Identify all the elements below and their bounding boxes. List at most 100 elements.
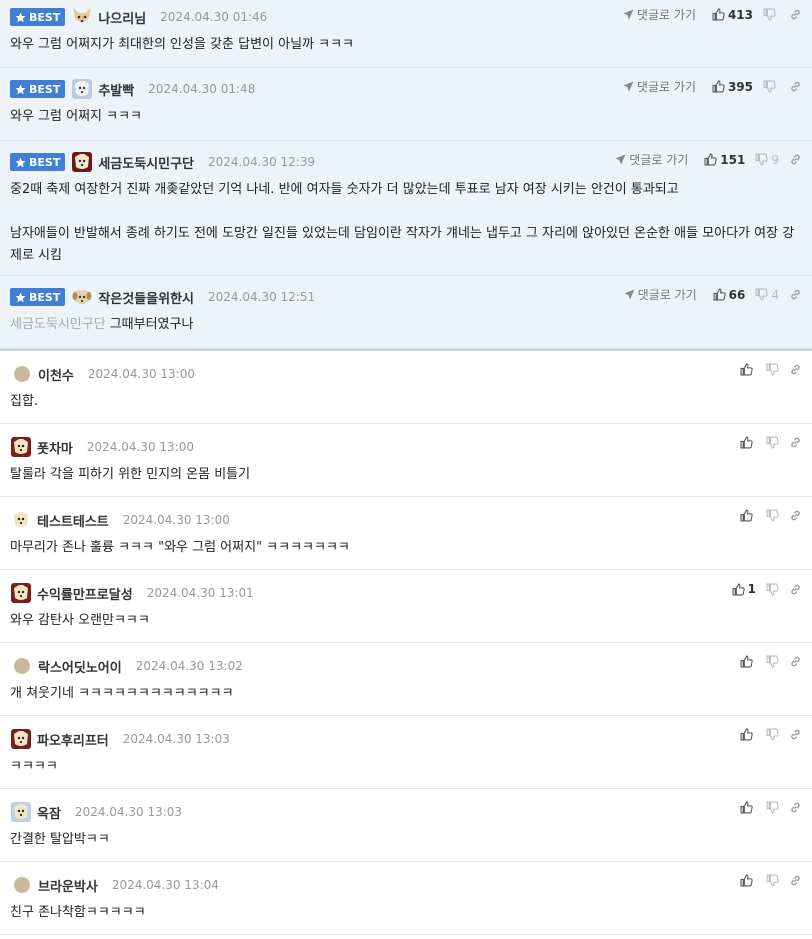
- like-button[interactable]: 395: [712, 80, 753, 94]
- author-name[interactable]: 옥잠: [37, 803, 61, 822]
- thumbs-up-icon: [740, 801, 753, 814]
- like-button[interactable]: [740, 801, 756, 814]
- link-icon[interactable]: [789, 509, 802, 522]
- thumbs-up-icon: [740, 728, 753, 741]
- link-icon[interactable]: [789, 874, 802, 887]
- link-icon[interactable]: [789, 153, 802, 166]
- like-button[interactable]: [740, 728, 756, 741]
- comment-date: 2024.04.30 13:02: [135, 659, 243, 673]
- send-arrow-icon: [624, 289, 635, 300]
- dog-avatar-icon[interactable]: [71, 151, 93, 173]
- default-avatar-icon[interactable]: [14, 877, 30, 893]
- comment-text: 탈룰라 각을 피하기 위한 민지의 온몸 비틀기: [10, 467, 251, 482]
- dislike-button[interactable]: 4: [755, 288, 779, 302]
- comment-text: 중2때 축제 여장한거 진짜 개좆같았던 기억 나네. 반에 여자들 숫자가 더…: [10, 179, 802, 277]
- link-icon[interactable]: [789, 8, 802, 21]
- star-icon: [15, 157, 26, 167]
- dislike-button[interactable]: [766, 583, 779, 596]
- comment-item: 폿차마 2024.04.30 13:00 탈룰라 각을 피하기 위한 민지의 온…: [0, 424, 812, 497]
- comment-paragraph: 남자애들이 반발해서 종례 하기도 전에 도망간 일진들 있었는데 담임이란 작…: [10, 226, 795, 263]
- dog-avatar-icon[interactable]: [71, 286, 93, 308]
- author-name[interactable]: 수익률만프로달성: [37, 584, 133, 603]
- thumbs-down-icon: [766, 655, 779, 668]
- author-name[interactable]: 세금도둑시민구단: [98, 153, 194, 172]
- reply-goto-link[interactable]: 댓글로 가기: [624, 286, 697, 303]
- best-badge: BEST: [10, 8, 66, 26]
- like-button[interactable]: [740, 874, 756, 887]
- link-icon[interactable]: [789, 363, 802, 376]
- link-icon[interactable]: [789, 801, 802, 814]
- link-icon[interactable]: [789, 288, 802, 301]
- dislike-count: 4: [771, 287, 779, 302]
- reply-goto-link[interactable]: 댓글로 가기: [615, 151, 688, 168]
- author-name[interactable]: 작은것들을위한시: [98, 288, 194, 307]
- like-button[interactable]: [740, 509, 756, 522]
- dislike-button[interactable]: 9: [755, 153, 779, 167]
- reply-goto-link[interactable]: 댓글로 가기: [623, 6, 696, 23]
- dislike-button[interactable]: [766, 801, 779, 814]
- like-button[interactable]: [740, 655, 756, 668]
- like-button[interactable]: [740, 436, 756, 449]
- like-button[interactable]: 66: [713, 288, 745, 302]
- author-name[interactable]: 파오후리프터: [37, 730, 109, 749]
- comment-date: 2024.04.30 13:00: [86, 440, 194, 454]
- dislike-button[interactable]: [763, 8, 779, 21]
- author-name[interactable]: 브라운박사: [38, 876, 98, 895]
- like-button[interactable]: 151: [704, 153, 745, 167]
- thumbs-down-icon: [766, 801, 779, 814]
- comment-text: 와우 그럼 어쩌지 ㅋㅋㅋ: [10, 109, 142, 124]
- star-icon: [15, 12, 26, 22]
- dog-avatar-icon[interactable]: [10, 509, 32, 531]
- link-icon[interactable]: [789, 436, 802, 449]
- dog-avatar-icon[interactable]: [10, 728, 32, 750]
- thumbs-up-icon: [713, 288, 726, 301]
- like-button[interactable]: 413: [712, 8, 753, 22]
- author-name[interactable]: 나으리님: [98, 8, 146, 27]
- best-comment: BEST 나으리님 2024.04.30 01:46 와우 그럼 어쩌지가 최대…: [0, 0, 812, 68]
- star-icon: [15, 292, 26, 302]
- thumbs-down-icon: [755, 288, 769, 301]
- dislike-button[interactable]: [766, 363, 779, 376]
- link-icon[interactable]: [789, 655, 802, 668]
- dislike-button[interactable]: [766, 655, 779, 668]
- best-comment: BEST 추발빡 2024.04.30 01:48 와우 그럼 어쩌지 ㅋㅋㅋ …: [0, 68, 812, 141]
- dog-avatar-icon[interactable]: [10, 436, 32, 458]
- comment-date: 2024.04.30 13:04: [111, 878, 219, 892]
- author-name[interactable]: 테스트테스트: [37, 511, 109, 530]
- reply-goto-link[interactable]: 댓글로 가기: [623, 78, 696, 95]
- comment-text: 세금도둑시민구단 그때부터였구나: [10, 317, 194, 332]
- comment-date: 2024.04.30 13:01: [146, 586, 254, 600]
- dislike-button[interactable]: [766, 436, 779, 449]
- dog-avatar-icon[interactable]: [10, 801, 32, 823]
- dislike-button[interactable]: [766, 728, 779, 741]
- thumbs-up-icon: [732, 583, 745, 595]
- comment-text: 친구 존나착함ㅋㅋㅋㅋㅋ: [10, 905, 146, 920]
- thumbs-up-icon: [740, 655, 753, 668]
- link-icon[interactable]: [789, 80, 802, 93]
- author-name[interactable]: 폿차마: [37, 438, 73, 457]
- dog-avatar-icon[interactable]: [71, 6, 93, 28]
- author-name[interactable]: 락스어딧노어이: [38, 657, 122, 676]
- reply-mention[interactable]: 세금도둑시민구단: [10, 317, 106, 332]
- star-icon: [15, 84, 26, 94]
- thumbs-up-icon: [704, 153, 717, 166]
- author-name[interactable]: 추발빡: [98, 80, 134, 99]
- best-badge: BEST: [10, 80, 66, 98]
- dog-avatar-icon[interactable]: [71, 78, 93, 100]
- thumbs-up-icon: [712, 8, 725, 21]
- link-icon[interactable]: [789, 728, 802, 741]
- thumbs-down-icon: [766, 583, 779, 595]
- dislike-button[interactable]: [766, 874, 779, 887]
- dislike-button[interactable]: [763, 80, 779, 93]
- like-button[interactable]: [740, 363, 756, 376]
- default-avatar-icon[interactable]: [14, 366, 30, 382]
- like-count: 395: [727, 79, 753, 94]
- dog-avatar-icon[interactable]: [10, 582, 32, 604]
- author-name[interactable]: 이천수: [38, 365, 74, 384]
- dislike-button[interactable]: [766, 509, 779, 522]
- comment-item: 락스어딧노어이 2024.04.30 13:02 개 쳐웃기네 ㅋㅋㅋㅋㅋㅋㅋㅋ…: [0, 643, 812, 716]
- like-button[interactable]: 1: [732, 582, 756, 596]
- link-icon[interactable]: [789, 583, 802, 596]
- default-avatar-icon[interactable]: [14, 658, 30, 674]
- comment-date: 2024.04.30 01:46: [160, 10, 268, 24]
